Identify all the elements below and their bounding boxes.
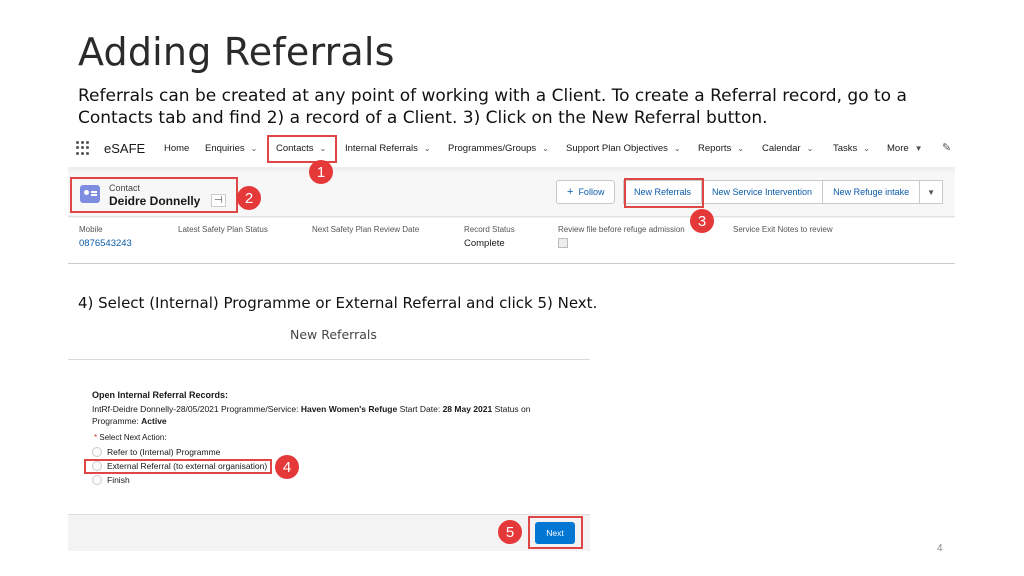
option-refer-internal[interactable]: Refer to (Internal) Programme — [92, 447, 220, 457]
field-record-status: Record Status Complete — [464, 225, 515, 249]
nav-calendar[interactable]: Calendar ⌄ — [762, 143, 813, 154]
nav-enquiries[interactable]: Enquiries ⌄ — [205, 143, 257, 154]
edit-nav-pencil-icon[interactable]: ✎ — [942, 141, 951, 154]
field-next-safety-plan-review-date: Next Safety Plan Review Date — [312, 225, 420, 234]
highlights-panel: Mobile 0876543243 Latest Safety Plan Sta… — [68, 218, 955, 263]
review-file-checkbox — [558, 238, 568, 248]
modal-separator — [68, 359, 590, 360]
chevron-down-icon[interactable]: ⌄ — [863, 144, 870, 153]
highlight-contacts-tab — [267, 135, 337, 163]
radio-button[interactable] — [92, 447, 102, 457]
nav-internal-referrals[interactable]: Internal Referrals ⌄ — [345, 143, 431, 154]
next-button[interactable]: Next — [535, 522, 575, 544]
nav-tasks[interactable]: Tasks ⌄ — [833, 143, 870, 154]
option-finish[interactable]: Finish — [92, 475, 130, 485]
field-service-exit-notes: Service Exit Notes to review — [733, 225, 833, 234]
open-records-heading: Open Internal Referral Records: — [92, 390, 229, 400]
app-navbar: eSAFE Home Enquiries ⌄ Contacts ⌄ Internal… — [68, 130, 955, 168]
chevron-down-icon[interactable]: ⌄ — [542, 144, 549, 153]
radio-button[interactable] — [92, 475, 102, 485]
annotation-3: 3 — [690, 209, 714, 233]
nav-more[interactable]: More ▼ — [887, 143, 923, 154]
highlight-record-name — [70, 177, 238, 213]
next-action-label: * Select Next Action: — [94, 433, 167, 442]
follow-button[interactable]: + Follow — [556, 180, 616, 204]
more-actions-caret-icon[interactable]: ▼ — [920, 180, 944, 204]
nav-support-plan-objectives[interactable]: Support Plan Objectives ⌄ — [566, 143, 681, 154]
nav-programmes-groups[interactable]: Programmes/Groups ⌄ — [448, 143, 549, 154]
app-launcher-icon[interactable] — [76, 141, 90, 155]
page-number: 4 — [937, 543, 943, 554]
new-refuge-intake-button[interactable]: New Refuge intake — [823, 180, 921, 204]
annotation-2: 2 — [237, 186, 261, 210]
open-record-line: IntRf-Deidre Donnelly-28/05/2021 Program… — [92, 404, 531, 426]
step-text: 4) Select (Internal) Programme or Extern… — [78, 294, 598, 312]
annotation-5: 5 — [498, 520, 522, 544]
chevron-down-icon[interactable]: ⌄ — [737, 144, 744, 153]
annotation-4: 4 — [275, 455, 299, 479]
intro-text: Referrals can be created at any point of… — [78, 86, 907, 128]
chevron-down-icon[interactable]: ⌄ — [807, 144, 814, 153]
record-status-value: Complete — [464, 238, 505, 249]
new-service-intervention-button[interactable]: New Service Intervention — [702, 180, 824, 204]
plus-icon: + — [567, 186, 574, 198]
chevron-down-icon[interactable]: ⌄ — [251, 144, 258, 153]
caret-down-icon[interactable]: ▼ — [915, 144, 923, 153]
highlight-external-referral — [84, 459, 272, 474]
nav-stripe — [68, 167, 955, 170]
chevron-down-icon[interactable]: ⌄ — [674, 144, 681, 153]
field-review-file: Review file before refuge admission — [558, 225, 685, 248]
modal-title: New Referrals — [290, 327, 377, 342]
nav-home[interactable]: Home — [164, 143, 189, 154]
highlight-new-referrals — [624, 178, 704, 208]
slide-title: Adding Referrals — [78, 30, 395, 74]
annotation-1: 1 — [309, 160, 333, 184]
field-mobile: Mobile 0876543243 — [79, 225, 132, 249]
chevron-down-icon[interactable]: ⌄ — [424, 144, 431, 153]
field-latest-safety-plan-status: Latest Safety Plan Status — [178, 225, 268, 234]
app-name: eSAFE — [104, 141, 146, 156]
mobile-value[interactable]: 0876543243 — [79, 238, 132, 249]
nav-reports[interactable]: Reports ⌄ — [698, 143, 744, 154]
